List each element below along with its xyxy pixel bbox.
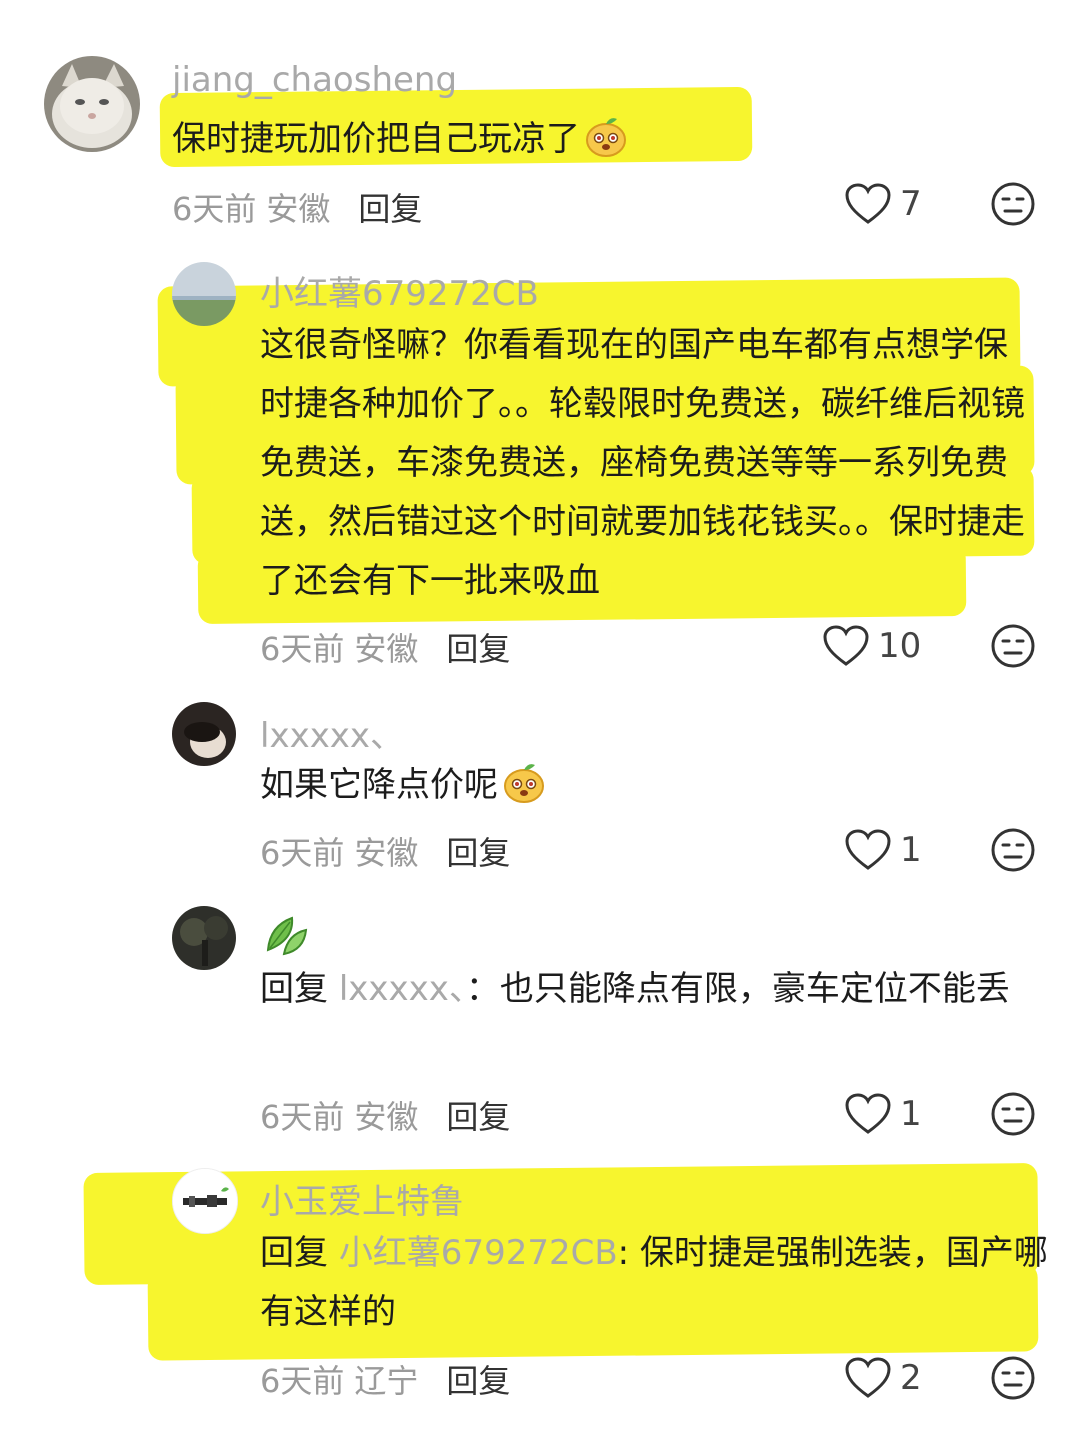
comment-text: 回复 小红薯679272CB: 保时捷是强制选装，国产哪有这样的 bbox=[260, 1224, 1050, 1342]
username[interactable]: jiang_chaosheng bbox=[172, 60, 457, 100]
like-button[interactable]: 2 bbox=[844, 1356, 922, 1400]
avatar-cat[interactable] bbox=[44, 56, 140, 152]
avatar-forest[interactable] bbox=[172, 906, 236, 970]
comment-meta: 6天前 辽宁 回复 bbox=[260, 1356, 510, 1402]
reply-prefix: 回复 bbox=[260, 1233, 328, 1273]
location: 安徽 bbox=[354, 1098, 419, 1136]
neutral-face-icon[interactable] bbox=[990, 1091, 1036, 1137]
like-count: 7 bbox=[900, 184, 922, 224]
like-count: 1 bbox=[900, 1094, 922, 1134]
comment-meta: 6天前 安徽 回复 bbox=[172, 184, 422, 230]
timestamp: 6天前 bbox=[260, 1098, 345, 1136]
reply-button[interactable]: 回复 bbox=[446, 834, 510, 872]
username[interactable]: 小红薯679272CB bbox=[260, 266, 539, 315]
avatar-dark-portrait[interactable] bbox=[172, 702, 236, 766]
timestamp: 6天前 bbox=[260, 834, 345, 872]
location: 安徽 bbox=[266, 190, 331, 228]
comment-body: 如果它降点价呢 bbox=[260, 765, 498, 805]
like-button[interactable]: 10 bbox=[822, 624, 921, 668]
reply-target-user[interactable]: lxxxxx、 bbox=[339, 969, 466, 1009]
like-count: 10 bbox=[878, 626, 922, 666]
like-count: 2 bbox=[900, 1358, 922, 1398]
reply-target-user[interactable]: 小红薯679272CB bbox=[339, 1233, 618, 1273]
heart-outline-icon bbox=[823, 625, 869, 666]
avatar-landscape[interactable] bbox=[172, 262, 236, 326]
reply-button[interactable]: 回复 bbox=[446, 1098, 510, 1136]
username[interactable]: lxxxxx、 bbox=[260, 708, 404, 757]
like-button[interactable]: 1 bbox=[844, 1092, 922, 1136]
like-button[interactable]: 1 bbox=[844, 828, 922, 872]
neutral-face-icon[interactable] bbox=[990, 623, 1036, 669]
comment-meta: 6天前 安徽 回复 bbox=[260, 1092, 510, 1138]
neutral-face-icon[interactable] bbox=[990, 1355, 1036, 1401]
timestamp: 6天前 bbox=[172, 190, 257, 228]
reply-button[interactable]: 回复 bbox=[358, 190, 422, 228]
heart-outline-icon bbox=[845, 183, 891, 224]
username[interactable]: 小玉爱上特鲁 bbox=[260, 1174, 464, 1223]
reply-button[interactable]: 回复 bbox=[446, 1362, 510, 1400]
neutral-face-icon[interactable] bbox=[990, 827, 1036, 873]
heart-outline-icon bbox=[845, 829, 891, 870]
comment-meta: 6天前 安徽 回复 bbox=[260, 828, 510, 874]
comment-text: 保时捷玩加价把自己玩凉了 bbox=[172, 110, 972, 169]
location: 辽宁 bbox=[354, 1362, 419, 1400]
like-count: 1 bbox=[900, 830, 922, 870]
username-leaf-emoji-icon[interactable] bbox=[262, 910, 310, 956]
comment-body: 保时捷玩加价把自己玩凉了 bbox=[172, 119, 580, 159]
timestamp: 6天前 bbox=[260, 630, 345, 668]
location: 安徽 bbox=[354, 630, 419, 668]
mango-emoji-icon bbox=[584, 114, 628, 158]
heart-outline-icon bbox=[845, 1357, 891, 1398]
reply-button[interactable]: 回复 bbox=[446, 630, 510, 668]
comment-text: 回复 lxxxxx、：也只能降点有限，豪车定位不能丢 bbox=[260, 960, 1040, 1019]
comment-text: 如果它降点价呢 bbox=[260, 756, 1020, 815]
avatar-logo[interactable] bbox=[172, 1168, 238, 1234]
comment-meta: 6天前 安徽 回复 bbox=[260, 624, 510, 670]
timestamp: 6天前 bbox=[260, 1362, 345, 1400]
comment-body: ：也只能降点有限，豪车定位不能丢 bbox=[465, 969, 1010, 1009]
reply-prefix: 回复 bbox=[260, 969, 328, 1009]
comment-text: 这很奇怪嘛？你看看现在的国产电车都有点想学保时捷各种加价了。。轮毂限时免费送，碳… bbox=[260, 325, 1025, 601]
like-button[interactable]: 7 bbox=[844, 182, 922, 226]
heart-outline-icon bbox=[845, 1093, 891, 1134]
neutral-face-icon[interactable] bbox=[990, 181, 1036, 227]
location: 安徽 bbox=[354, 834, 419, 872]
mango-emoji-icon bbox=[502, 760, 546, 804]
